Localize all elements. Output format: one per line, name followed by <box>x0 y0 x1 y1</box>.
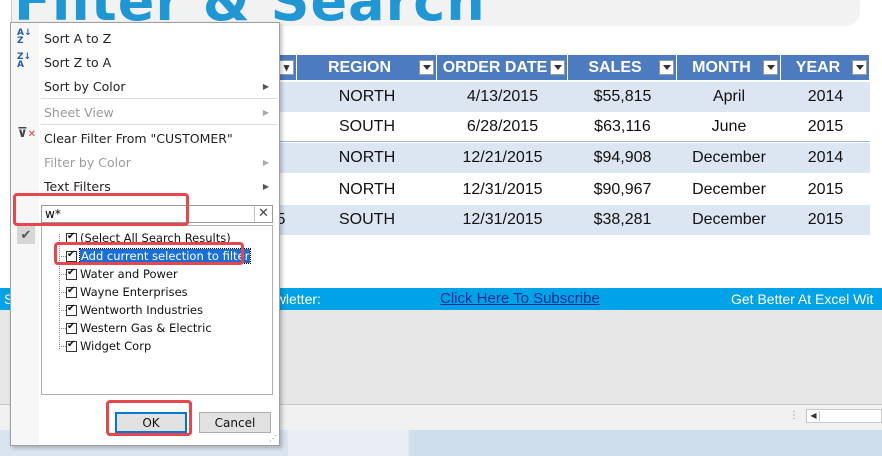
checkbox[interactable] <box>66 267 77 280</box>
cell-month[interactable]: December <box>677 143 781 173</box>
header-order-date: ORDER DATE <box>437 55 568 80</box>
cell-year[interactable]: 2015 <box>781 175 870 205</box>
scroll-left-icon[interactable]: ◀ <box>808 411 820 421</box>
ok-button[interactable]: OK <box>115 412 187 433</box>
filter-search-box: ✕ <box>41 205 273 223</box>
menu-text-filters[interactable]: Text Filters ▶ <box>11 174 279 198</box>
list-item[interactable]: Wayne Enterprises <box>66 283 188 301</box>
filter-values-list: (Select All Search Results) Add current … <box>41 225 273 395</box>
submenu-arrow-icon: ▶ <box>262 81 269 91</box>
subscribe-link[interactable]: Click Here To Subscribe <box>440 290 600 307</box>
cell-year[interactable]: 2014 <box>781 82 870 112</box>
cell-order-date[interactable]: 6/28/2015 <box>437 112 568 142</box>
cell-region[interactable]: NORTH <box>297 143 437 173</box>
checkbox[interactable] <box>66 321 77 334</box>
list-item[interactable]: Water and Power <box>66 265 178 283</box>
list-item[interactable]: Widget Corp <box>66 337 151 355</box>
cell-sales[interactable]: $90,967 <box>568 175 677 205</box>
customer-filter-dropdown[interactable] <box>279 60 294 75</box>
cell-sales[interactable]: $38,281 <box>568 205 677 235</box>
checkbox[interactable] <box>66 231 77 244</box>
menu-clear-filter[interactable]: ⊽✕ Clear Filter From "CUSTOMER" <box>11 126 279 150</box>
cell-sales[interactable]: $94,908 <box>568 143 677 173</box>
checkbox[interactable] <box>66 339 77 352</box>
cell-sales[interactable]: $63,116 <box>568 112 677 142</box>
checkbox[interactable] <box>66 285 77 298</box>
cell-year[interactable]: 2014 <box>781 143 870 173</box>
header-year: YEAR <box>781 55 870 80</box>
cell-month[interactable]: June <box>677 112 781 142</box>
clear-filter-icon: ⊽✕ <box>17 126 36 141</box>
list-item[interactable]: Western Gas & Electric <box>66 319 212 337</box>
cell-region[interactable]: SOUTH <box>297 112 437 142</box>
menu-sort-z-to-a[interactable]: Z↓ A Sort Z to A <box>11 50 279 74</box>
sort-a-z-icon: A↓ Z <box>17 28 32 46</box>
cell-order-date[interactable]: 4/13/2015 <box>437 82 568 112</box>
cell-region[interactable]: NORTH <box>297 82 437 112</box>
year-filter-dropdown[interactable] <box>852 60 867 75</box>
checkmark-icon: ✔ <box>17 226 35 244</box>
horizontal-scrollbar[interactable]: ◀ <box>806 409 882 423</box>
filter-search-input[interactable] <box>42 206 252 222</box>
cell-order-date[interactable]: 12/31/2015 <box>437 205 568 235</box>
checkbox[interactable] <box>66 303 77 316</box>
cell-sales[interactable]: $55,815 <box>568 82 677 112</box>
menu-sheet-view: Sheet View ▶ <box>44 104 269 120</box>
submenu-arrow-icon: ▶ <box>262 157 269 167</box>
cell-month[interactable]: April <box>677 82 781 112</box>
header-month: MONTH <box>677 55 781 80</box>
header-sales: SALES <box>568 55 677 80</box>
sales-filter-dropdown[interactable] <box>659 60 674 75</box>
filter-dropdown-panel: A↓ Z Sort A to Z Z↓ A Sort Z to A Sort by … <box>10 22 280 446</box>
region-filter-dropdown[interactable] <box>419 60 434 75</box>
cell-region[interactable]: NORTH <box>297 175 437 205</box>
submenu-arrow-icon: ▶ <box>262 181 269 191</box>
cell-month[interactable]: December <box>677 175 781 205</box>
menu-sort-a-to-z[interactable]: A↓ Z Sort A to Z <box>11 26 279 50</box>
cancel-button[interactable]: Cancel <box>199 412 271 433</box>
clear-search-icon[interactable]: ✕ <box>254 206 272 222</box>
cell-month[interactable]: December <box>677 205 781 235</box>
list-item[interactable]: Wentworth Industries <box>66 301 203 319</box>
cell-region[interactable]: SOUTH <box>297 205 437 235</box>
cell-year[interactable]: 2015 <box>781 205 870 235</box>
header-region: REGION <box>297 55 437 80</box>
list-item-add-selection[interactable]: Add current selection to filter <box>66 247 252 265</box>
order-date-filter-dropdown[interactable] <box>550 60 565 75</box>
newsletter-tagline: Get Better At Excel Wit <box>731 291 874 307</box>
scroll-splitter-icon[interactable]: ⋮ <box>789 410 799 421</box>
list-item-select-all[interactable]: (Select All Search Results) <box>66 229 231 247</box>
cell-order-date[interactable]: 12/21/2015 <box>437 143 568 173</box>
sort-z-a-icon: Z↓ A <box>17 52 32 70</box>
cell-order-date[interactable]: 12/31/2015 <box>437 175 568 205</box>
checkbox[interactable] <box>66 249 77 262</box>
cell-year[interactable]: 2015 <box>781 112 870 142</box>
menu-filter-by-color: Filter by Color ▶ <box>44 154 269 170</box>
submenu-arrow-icon: ▶ <box>262 107 269 117</box>
menu-sort-by-color[interactable]: Sort by Color ▶ <box>11 74 279 98</box>
month-filter-dropdown[interactable] <box>763 60 778 75</box>
resize-grip-icon[interactable]: ⋰ <box>269 434 277 443</box>
